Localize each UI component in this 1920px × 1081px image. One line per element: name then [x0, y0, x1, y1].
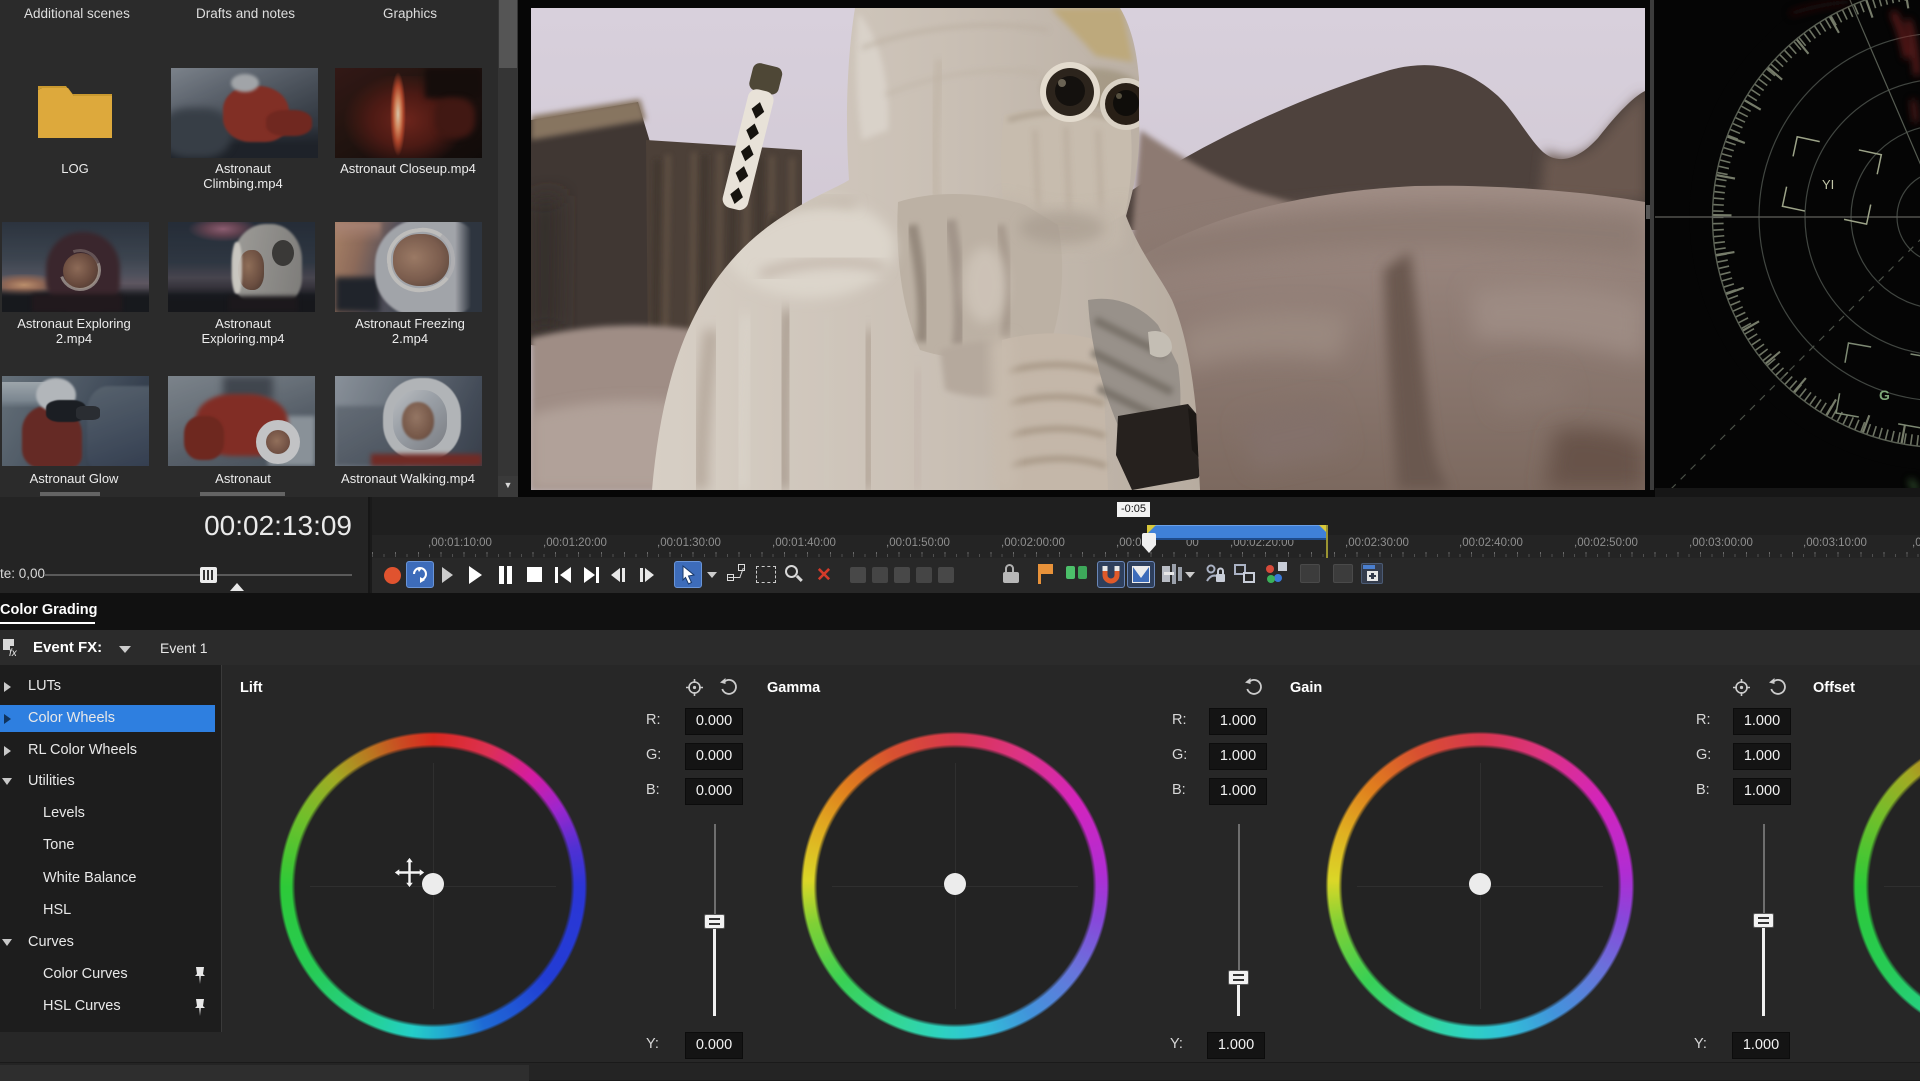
- svg-text:fx: fx: [9, 648, 18, 658]
- svg-text:G: G: [1879, 387, 1890, 403]
- svg-text:YI: YI: [1822, 177, 1834, 192]
